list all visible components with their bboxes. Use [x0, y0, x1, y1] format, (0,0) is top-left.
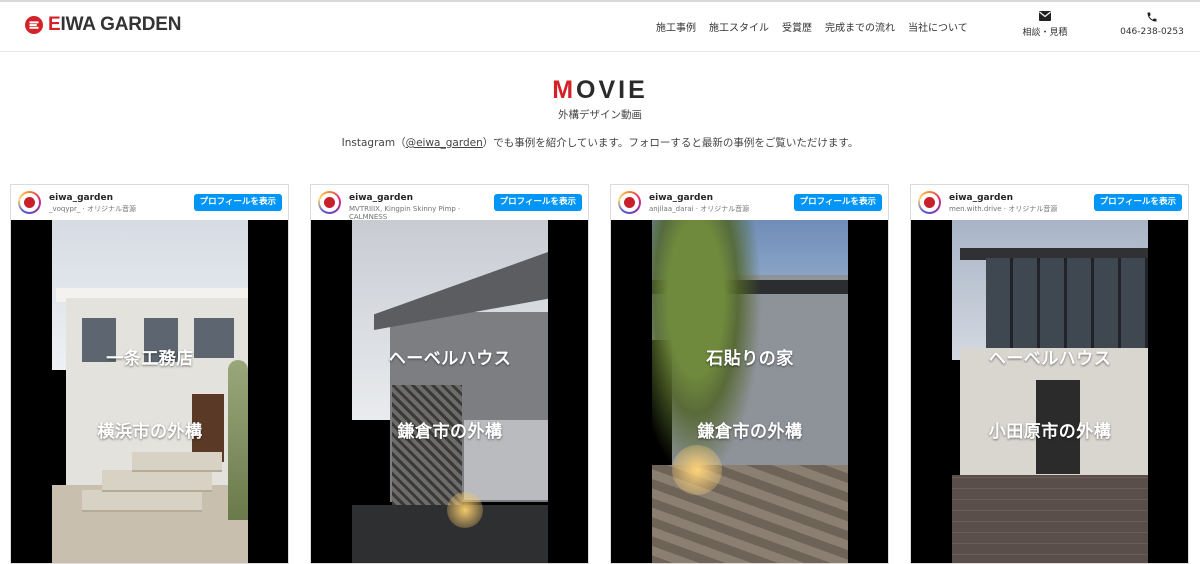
video-caption-primary: ヘーベルハウス	[388, 349, 512, 369]
video-frame: 一条工務店 横浜市の外構	[52, 220, 248, 563]
section-intro: Instagram（@eiwa_garden）でも事例を紹介しています。フォロー…	[0, 135, 1200, 150]
view-profile-button[interactable]: プロフィールを表示	[1093, 194, 1182, 211]
post-username[interactable]: eiwa_garden	[949, 193, 1013, 203]
post-audio[interactable]: men.with.drive · オリジナル音源	[949, 205, 1087, 213]
post-header: eiwa_garden MVTRIIIX, Kingpin Skinny Pim…	[311, 185, 588, 221]
intro-text-before: Instagram（	[341, 137, 406, 149]
avatar[interactable]	[918, 191, 941, 214]
video-frame: ヘーベルハウス 小田原市の外構	[952, 220, 1148, 563]
eiwa-logo-icon	[624, 197, 635, 208]
phone-icon	[1147, 12, 1157, 22]
video-caption-secondary: 横浜市の外構	[97, 422, 203, 442]
instagram-post-card: eiwa_garden anjilaa_darai · オリジナル音源 プロフィ…	[610, 184, 889, 564]
nav-about[interactable]: 当社について	[908, 19, 968, 34]
nav-awards[interactable]: 受賞歴	[782, 19, 812, 34]
video-caption-secondary: 小田原市の外構	[988, 422, 1112, 442]
video-caption-secondary: 鎌倉市の外構	[397, 422, 503, 442]
avatar[interactable]	[318, 191, 341, 214]
nav-styles[interactable]: 施工スタイル	[709, 19, 769, 34]
post-username[interactable]: eiwa_garden	[49, 193, 113, 203]
section-title-initial: M	[552, 76, 577, 104]
logo-text-rest: IWA GARDEN	[60, 14, 182, 35]
instagram-handle-link[interactable]: @eiwa_garden	[406, 137, 483, 149]
post-header: eiwa_garden _voqypr_ · オリジナル音源 プロフィールを表示	[11, 185, 288, 220]
view-profile-button[interactable]: プロフィールを表示	[793, 194, 882, 211]
eiwa-logo-icon	[924, 197, 935, 208]
contact-mail-label: 相談・見積	[1022, 28, 1068, 38]
video-frame: ヘーベルハウス 鎌倉市の外構	[352, 220, 548, 563]
avatar[interactable]	[18, 191, 41, 214]
post-audio[interactable]: anjilaa_darai · オリジナル音源	[649, 205, 787, 213]
main-nav: 施工事例 施工スタイル 受賞歴 完成までの流れ 当社について	[656, 19, 968, 34]
video-caption-secondary: 鎌倉市の外構	[697, 422, 803, 442]
video-caption-primary: 石貼りの家	[706, 349, 794, 369]
nav-works[interactable]: 施工事例	[656, 19, 696, 34]
avatar[interactable]	[618, 191, 641, 214]
instagram-post-card: eiwa_garden men.with.drive · オリジナル音源 プロフ…	[910, 184, 1189, 564]
site-header: EIWA GARDEN 施工事例 施工スタイル 受賞歴 完成までの流れ 当社につ…	[0, 2, 1200, 52]
post-audio[interactable]: MVTRIIIX, Kingpin Skinny Pimp · CALMNESS	[349, 205, 487, 221]
post-header: eiwa_garden anjilaa_darai · オリジナル音源 プロフィ…	[611, 185, 888, 220]
video-frame: 石貼りの家 鎌倉市の外構	[652, 220, 848, 563]
post-video[interactable]: 石貼りの家 鎌倉市の外構	[611, 220, 888, 563]
view-profile-button[interactable]: プロフィールを表示	[493, 194, 582, 211]
site-logo[interactable]: EIWA GARDEN	[25, 14, 181, 36]
view-profile-button[interactable]: プロフィールを表示	[193, 194, 282, 211]
post-video[interactable]: ヘーベルハウス 小田原市の外構	[911, 220, 1188, 563]
post-username[interactable]: eiwa_garden	[649, 193, 713, 203]
contact-phone-link[interactable]: 046-238-0253	[1112, 11, 1192, 37]
instagram-post-card: eiwa_garden _voqypr_ · オリジナル音源 プロフィールを表示…	[10, 184, 289, 564]
intro-text-after: ）でも事例を紹介しています。フォローすると最新の事例をご覧いただけます。	[482, 137, 859, 149]
logo-text: EIWA GARDEN	[48, 14, 181, 36]
eiwa-logo-icon	[324, 197, 335, 208]
post-video[interactable]: 一条工務店 横浜市の外構	[11, 220, 288, 563]
section-title: MOVIE	[0, 76, 1200, 105]
contact-phone-number: 046-238-0253	[1120, 27, 1184, 37]
post-video[interactable]: ヘーベルハウス 鎌倉市の外構	[311, 220, 588, 563]
instagram-post-card: eiwa_garden MVTRIIIX, Kingpin Skinny Pim…	[310, 184, 589, 564]
eiwa-logo-icon	[24, 197, 35, 208]
mail-icon	[1039, 11, 1051, 21]
post-username[interactable]: eiwa_garden	[349, 193, 413, 203]
video-caption-primary: ヘーベルハウス	[988, 349, 1112, 369]
section-title-rest: OVIE	[576, 76, 648, 104]
section-subtitle: 外構デザイン動画	[558, 109, 642, 121]
nav-flow[interactable]: 完成までの流れ	[825, 19, 895, 34]
logo-text-initial: E	[48, 14, 61, 35]
logo-mark-icon	[25, 16, 43, 34]
post-audio[interactable]: _voqypr_ · オリジナル音源	[49, 205, 187, 213]
contact-mail-link[interactable]: 相談・見積	[1017, 11, 1073, 38]
video-caption-primary: 一条工務店	[106, 349, 194, 369]
post-header: eiwa_garden men.with.drive · オリジナル音源 プロフ…	[911, 185, 1188, 220]
